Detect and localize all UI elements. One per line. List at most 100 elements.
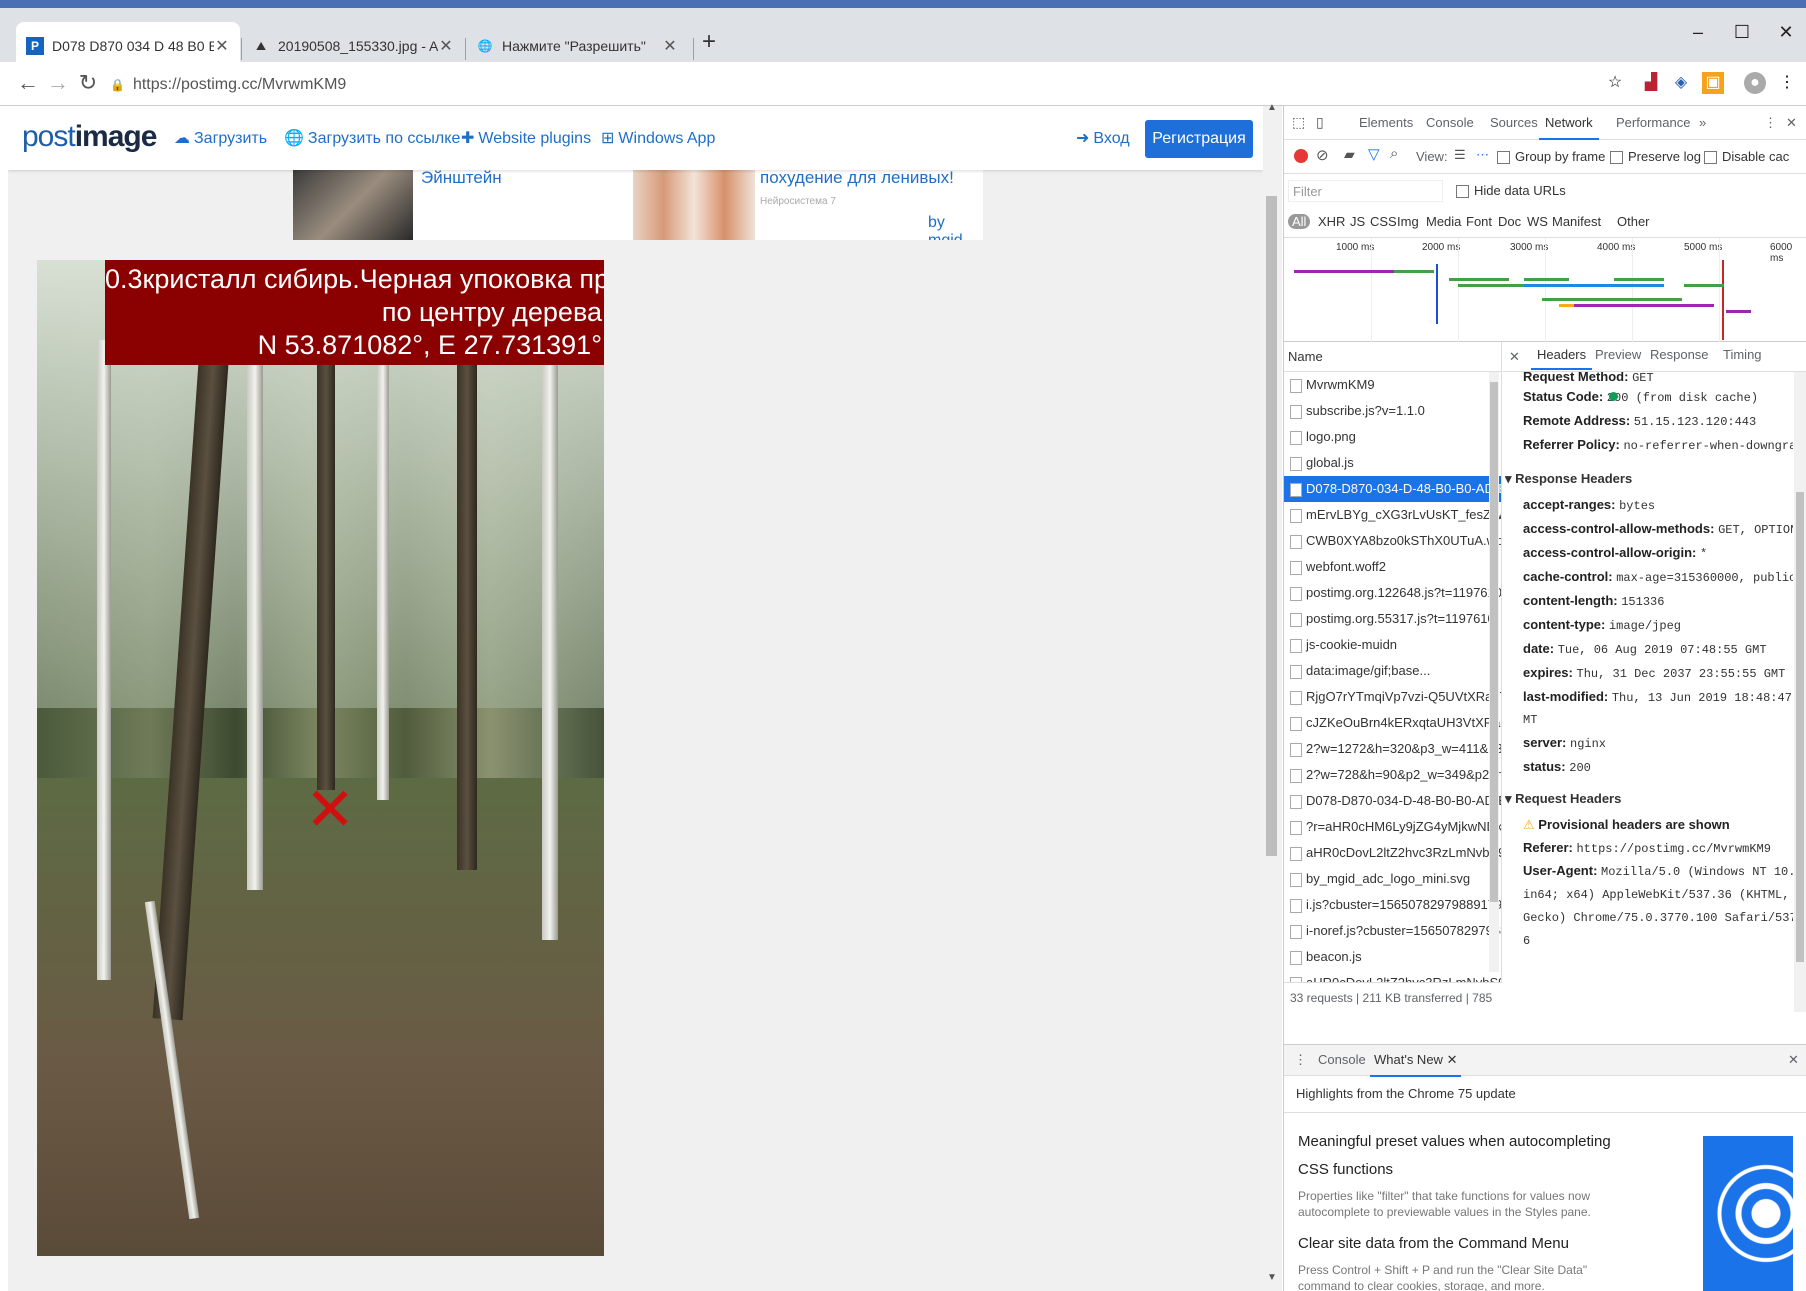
details-tab-headers[interactable]: Headers [1531, 340, 1593, 370]
request-row[interactable]: subscribe.js?v=1.1.0 [1284, 398, 1501, 424]
name-column-header[interactable]: Name [1284, 342, 1502, 372]
waterfall-view-icon[interactable]: ⋯ [1476, 147, 1489, 163]
scrollbar-thumb[interactable] [1490, 382, 1498, 902]
device-toolbar-icon[interactable]: ▯ [1316, 114, 1324, 131]
request-row[interactable]: data:image/gif;base... [1284, 658, 1501, 684]
request-row[interactable]: logo.png [1284, 424, 1501, 450]
screenshot-icon[interactable]: ▰ [1344, 146, 1355, 163]
headers-scrollbar[interactable] [1794, 372, 1806, 1012]
details-tab-timing[interactable]: Timing [1723, 340, 1762, 370]
request-row[interactable]: 2?w=728&h=90&p2_w=349&p2_h= [1284, 762, 1501, 788]
postimage-logo[interactable]: postimage [22, 120, 157, 154]
page-scrollbar[interactable]: ▲ ▼ [1262, 102, 1282, 1291]
request-row[interactable]: aHR0cDovL2ltZ2hvc3RzLmNvbS90Lz [1284, 970, 1501, 982]
network-overview[interactable]: 1000 ms 2000 ms 3000 ms 4000 ms 5000 ms … [1284, 238, 1806, 342]
bookmark-star-icon[interactable]: ☆ [1604, 72, 1626, 94]
filter-type[interactable]: Font [1466, 214, 1492, 229]
close-icon[interactable]: ✕ [214, 36, 230, 56]
list-view-icon[interactable]: ☰ [1454, 147, 1466, 163]
filter-type-all[interactable]: All [1288, 214, 1311, 229]
browser-menu-icon[interactable]: ⋮ [1776, 72, 1798, 94]
request-row[interactable]: beacon.js [1284, 944, 1501, 970]
filter-type[interactable]: Manifest [1552, 214, 1601, 229]
request-row[interactable]: i-noref.js?cbuster=156507829796800 [1284, 918, 1501, 944]
tab-performance[interactable]: Performance [1616, 106, 1690, 140]
request-row[interactable]: webfont.woff2 [1284, 554, 1501, 580]
checkbox[interactable] [1456, 185, 1469, 199]
drawer-menu-icon[interactable]: ⋮ [1294, 1043, 1307, 1077]
page-scrollbar-thumb[interactable] [1266, 196, 1277, 856]
request-row[interactable]: MvrwmKM9 [1284, 372, 1501, 398]
checkbox[interactable] [1497, 151, 1510, 165]
back-icon[interactable]: ← [14, 70, 42, 96]
extension-orange-icon[interactable]: ▣ [1702, 72, 1724, 94]
more-tabs-icon[interactable]: » [1699, 106, 1706, 140]
extension-icon[interactable]: ◈ [1670, 72, 1692, 94]
request-row[interactable]: global.js [1284, 450, 1501, 476]
nav-website-plugins[interactable]: ✚ Website plugins [461, 128, 591, 148]
address-bar[interactable]: 🔒 https://postimg.cc/MvrwmKM9 [110, 70, 1620, 100]
scroll-up-icon[interactable]: ▲ [1267, 102, 1277, 113]
filter-type[interactable]: Other [1617, 214, 1650, 229]
ad-image-left[interactable] [293, 170, 413, 240]
window-close-icon[interactable]: ✕ [1766, 22, 1806, 43]
record-icon[interactable] [1294, 149, 1308, 163]
inspect-icon[interactable]: ⬚ [1292, 114, 1305, 131]
request-row[interactable]: 2?w=1272&h=320&p3_w=411&p3_ [1284, 736, 1501, 762]
request-row[interactable]: D078-D870-034-D-48-B0-B0-AD-B4- [1284, 788, 1501, 814]
filter-type[interactable]: Media [1426, 214, 1461, 229]
tab-network[interactable]: Network [1539, 106, 1599, 140]
request-row[interactable]: postimg.org.55317.js?t=1197610 [1284, 606, 1501, 632]
filter-input[interactable]: Filter [1288, 180, 1443, 202]
nav-upload[interactable]: ☁ Загрузить [174, 128, 267, 148]
filter-type[interactable]: Doc [1498, 214, 1521, 229]
ad-right-text[interactable]: похудение для ленивых! [760, 170, 954, 188]
request-list-scrollbar[interactable] [1489, 372, 1499, 972]
checkbox[interactable] [1704, 151, 1717, 165]
reload-icon[interactable]: ↻ [74, 70, 102, 96]
minimize-icon[interactable]: – [1678, 22, 1718, 43]
pdf-extension-icon[interactable]: ▟ [1640, 72, 1662, 94]
filter-type[interactable]: JS [1350, 214, 1365, 229]
whats-new-item-title[interactable]: Clear site data from the Command Menu [1298, 1232, 1628, 1256]
tab-sources[interactable]: Sources [1490, 106, 1538, 140]
response-headers-section[interactable]: ▾ Response Headers [1505, 470, 1793, 488]
request-row[interactable]: CWB0XYA8bzo0kSThX0UTuA.woff2 [1284, 528, 1501, 554]
checkbox[interactable] [1610, 151, 1623, 165]
tab-console[interactable]: Console [1426, 106, 1474, 140]
filter-type[interactable]: Img [1397, 214, 1419, 229]
whats-new-item-title[interactable]: Meaningful preset values when autocomple… [1298, 1128, 1628, 1184]
request-headers-section[interactable]: ▾ Request Headers [1505, 790, 1793, 808]
disable-cache-checkbox[interactable]: Disable cac [1704, 149, 1789, 165]
request-row[interactable]: cJZKeOuBrn4kERxqtaUH3VtXRa8TVv [1284, 710, 1501, 736]
drawer-tab-whats-new[interactable]: What's New ✕ [1370, 1043, 1462, 1077]
nav-windows-app[interactable]: ⊞ Windows App [601, 128, 715, 148]
devtools-menu-icon[interactable]: ⋮ [1764, 106, 1777, 140]
nav-upload-by-link[interactable]: 🌐 Загрузить по ссылке [284, 128, 460, 148]
hide-data-urls-checkbox[interactable]: Hide data URLs [1456, 183, 1566, 199]
ad-banner[interactable]: Эйнштейн похудение для ленивых! Нейросис… [293, 170, 983, 240]
request-row[interactable]: aHR0cDovL2ltZ2hvc3RzLmNvbS90Lz [1284, 840, 1501, 866]
request-row[interactable]: by_mgid_adc_logo_mini.svg [1284, 866, 1501, 892]
uploaded-photo[interactable]: ✕ 0.3кристалл сибирь.Черная упоковка при… [37, 260, 604, 1256]
drawer-close-icon[interactable]: ✕ [1788, 1043, 1799, 1077]
close-icon[interactable]: ✕ [438, 36, 454, 56]
devtools-close-icon[interactable]: ✕ [1786, 106, 1797, 140]
request-row[interactable]: i.js?cbuster=15650782979889179964 [1284, 892, 1501, 918]
login-link[interactable]: ➜ Вход [1076, 128, 1130, 148]
request-row[interactable]: D078-D870-034-D-48-B0-B0-AD-B4- [1284, 476, 1501, 502]
group-by-frame-checkbox[interactable]: Group by frame [1497, 149, 1605, 165]
request-row[interactable]: postimg.org.122648.js?t=1197610 [1284, 580, 1501, 606]
close-details-icon[interactable]: ✕ [1509, 340, 1520, 374]
filter-type[interactable]: XHR [1318, 214, 1345, 229]
request-row[interactable]: js-cookie-muidn [1284, 632, 1501, 658]
register-button[interactable]: Регистрация [1145, 120, 1253, 158]
preserve-log-checkbox[interactable]: Preserve log [1610, 149, 1701, 165]
clear-icon[interactable]: ⊘ [1316, 146, 1329, 164]
ad-image-right[interactable] [633, 170, 755, 240]
tab-elements[interactable]: Elements [1359, 106, 1413, 140]
mgid-logo[interactable]: by mgid [928, 214, 983, 240]
filter-type[interactable]: WS [1527, 214, 1548, 229]
filter-type[interactable]: CSS [1370, 214, 1397, 229]
new-tab-icon[interactable]: + [702, 28, 716, 56]
